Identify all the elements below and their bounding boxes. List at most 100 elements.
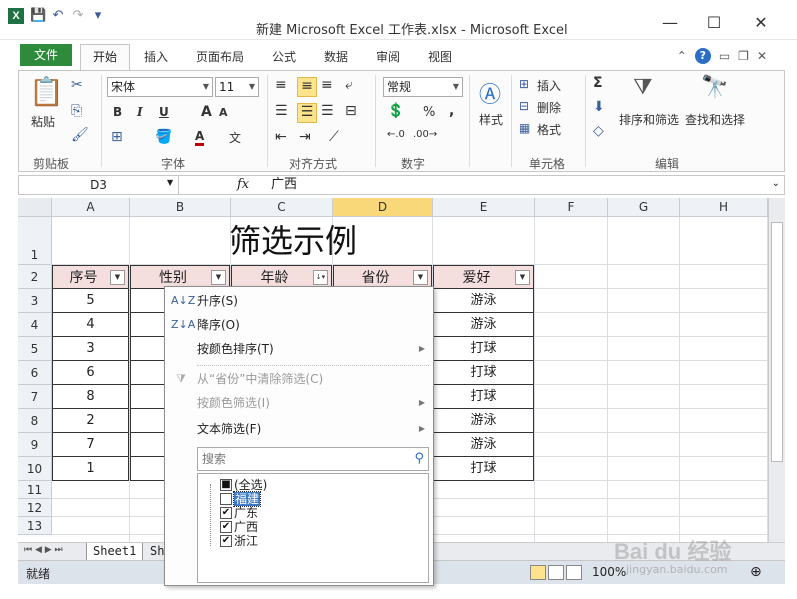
align-middle-icon[interactable]: ≡ <box>297 77 317 97</box>
insert-function-icon[interactable]: fx <box>237 176 249 194</box>
table-cell[interactable]: 打球 <box>433 361 534 385</box>
font-name-combo[interactable]: 宋体 ▼ <box>107 77 213 97</box>
row-header-2[interactable]: 2 <box>18 265 52 289</box>
sheet-tab-next[interactable]: Sh <box>150 544 164 558</box>
redo-icon[interactable]: ↷ <box>70 8 86 24</box>
checkbox[interactable]: ■ <box>220 479 232 491</box>
format-cells-button[interactable]: 格式 <box>537 121 561 138</box>
increase-decimal-icon[interactable]: ←.0 <box>387 129 405 140</box>
cut-icon[interactable]: ✂ <box>71 77 83 93</box>
tab-formulas[interactable]: 公式 <box>272 48 296 65</box>
column-header-h[interactable]: H <box>680 198 768 217</box>
wrap-text-icon[interactable]: ⤶ <box>345 77 353 93</box>
column-header-f[interactable]: F <box>535 198 608 217</box>
page-break-view-button[interactable] <box>566 565 582 580</box>
row-header-1[interactable]: 1 <box>18 217 52 265</box>
sheet-nav-icon[interactable]: ⏮ ◀ ▶ ⏭ <box>24 545 63 555</box>
paste-button[interactable]: 粘贴 <box>31 113 55 130</box>
row-header-5[interactable]: 5 <box>18 337 52 361</box>
sheet-tab-active[interactable]: Sheet1 <box>86 543 144 561</box>
column-header-b[interactable]: B <box>130 198 231 217</box>
clear-icon[interactable]: ◇ <box>593 123 604 139</box>
align-center-icon[interactable]: ☰ <box>297 103 317 123</box>
tab-file[interactable]: 文件 <box>20 44 72 66</box>
tab-review[interactable]: 审阅 <box>376 48 400 65</box>
fill-icon[interactable]: ⬇ <box>593 99 605 115</box>
row-header-8[interactable]: 8 <box>18 409 52 433</box>
excel-app-icon[interactable]: X <box>8 8 24 24</box>
customize-qat-icon[interactable]: ▾ <box>90 8 106 24</box>
min-workbook-icon[interactable]: ▭ <box>719 49 730 63</box>
styles-icon[interactable]: Ⓐ <box>479 77 501 109</box>
filter-dropdown-button[interactable]: ▼ <box>211 270 226 285</box>
styles-button[interactable]: 样式 <box>479 111 503 128</box>
grow-font-button[interactable]: A <box>201 104 212 120</box>
row-header-3[interactable]: 3 <box>18 289 52 313</box>
sort-filter-button[interactable]: 排序和筛选 <box>619 111 679 128</box>
page-layout-view-button[interactable] <box>548 565 564 580</box>
formula-input[interactable]: 广西 <box>271 176 297 194</box>
filter-dropdown-button[interactable]: ▼ <box>413 270 428 285</box>
minimize-button[interactable]: — <box>655 13 685 32</box>
row-header-6[interactable]: 6 <box>18 361 52 385</box>
delete-cells-button[interactable]: 删除 <box>537 99 561 116</box>
table-cell[interactable]: 游泳 <box>433 289 534 313</box>
accounting-format-icon[interactable]: 💲 <box>387 103 404 119</box>
align-right-icon[interactable]: ☰ <box>321 103 334 119</box>
shrink-font-button[interactable]: A <box>219 106 228 119</box>
align-left-icon[interactable]: ☰ <box>275 103 288 119</box>
vertical-scrollbar[interactable] <box>768 198 785 542</box>
format-painter-icon[interactable]: 🖌 <box>71 127 89 143</box>
decrease-decimal-icon[interactable]: .00→ <box>413 129 437 140</box>
table-cell[interactable]: 打球 <box>433 457 534 481</box>
filter-dropdown-button[interactable]: ↓▾ <box>313 270 328 285</box>
table-cell[interactable]: 8 <box>52 385 129 409</box>
table-cell[interactable]: 7 <box>52 433 129 457</box>
name-box-dropdown-icon[interactable]: ▼ <box>167 178 173 187</box>
zoom-level[interactable]: 100% <box>592 565 626 579</box>
zoom-in-icon[interactable]: ⊕ <box>750 564 762 580</box>
insert-cells-icon[interactable]: ⊞ <box>519 77 529 91</box>
tab-insert[interactable]: 插入 <box>144 48 168 65</box>
help-icon[interactable]: ? <box>694 48 711 64</box>
select-all-corner[interactable] <box>18 198 52 217</box>
tab-page-layout[interactable]: 页面布局 <box>196 48 244 65</box>
menu-text-filter[interactable]: 文本筛选(F) ▶ <box>165 417 433 441</box>
header-cell[interactable]: 爱好 ▼ <box>433 265 534 289</box>
row-header-12[interactable]: 12 <box>18 499 52 517</box>
borders-icon[interactable]: ⊞ <box>111 129 123 145</box>
row-header-11[interactable]: 11 <box>18 481 52 499</box>
find-select-button[interactable]: 查找和选择 <box>685 111 745 128</box>
table-cell[interactable]: 1 <box>52 457 129 481</box>
copy-icon[interactable]: ⎘ <box>71 103 82 119</box>
normal-view-button[interactable] <box>530 565 546 580</box>
format-cells-icon[interactable]: ▦ <box>519 121 530 135</box>
checkbox[interactable]: ✔ <box>220 521 232 533</box>
align-top-icon[interactable]: ≡ <box>275 77 287 93</box>
title-cell[interactable]: 筛选示例 <box>52 217 534 265</box>
row-header-10[interactable]: 10 <box>18 457 52 481</box>
table-cell[interactable]: 3 <box>52 337 129 361</box>
expand-formula-icon[interactable]: ⌄ <box>772 178 780 189</box>
italic-button[interactable]: I <box>137 105 143 119</box>
autosum-button[interactable]: Σ <box>593 75 603 91</box>
find-select-icon[interactable]: 🔭 <box>701 75 728 100</box>
restore-workbook-icon[interactable]: ❐ <box>738 49 749 63</box>
column-header-c[interactable]: C <box>231 198 333 217</box>
underline-button[interactable]: U <box>159 105 169 119</box>
insert-cells-button[interactable]: 插入 <box>537 77 561 94</box>
column-header-a[interactable]: A <box>52 198 130 217</box>
number-format-combo[interactable]: 常规 ▼ <box>383 77 463 97</box>
decrease-indent-icon[interactable]: ⇤ <box>275 129 287 145</box>
orientation-icon[interactable]: ⟋ <box>329 129 339 145</box>
table-cell[interactable]: 游泳 <box>433 313 534 337</box>
phonetic-icon[interactable]: 文 <box>229 129 241 146</box>
delete-cells-icon[interactable]: ⊟ <box>519 99 529 113</box>
font-size-combo[interactable]: 11 ▼ <box>215 77 259 97</box>
collapse-ribbon-icon[interactable]: ⌃ <box>677 49 687 63</box>
sort-filter-icon[interactable]: ⧩ <box>633 75 653 100</box>
tab-view[interactable]: 视图 <box>428 48 452 65</box>
checkbox[interactable]: ✔ <box>220 535 232 547</box>
increase-indent-icon[interactable]: ⇥ <box>299 129 311 145</box>
fill-color-icon[interactable]: 🪣 <box>155 129 172 145</box>
